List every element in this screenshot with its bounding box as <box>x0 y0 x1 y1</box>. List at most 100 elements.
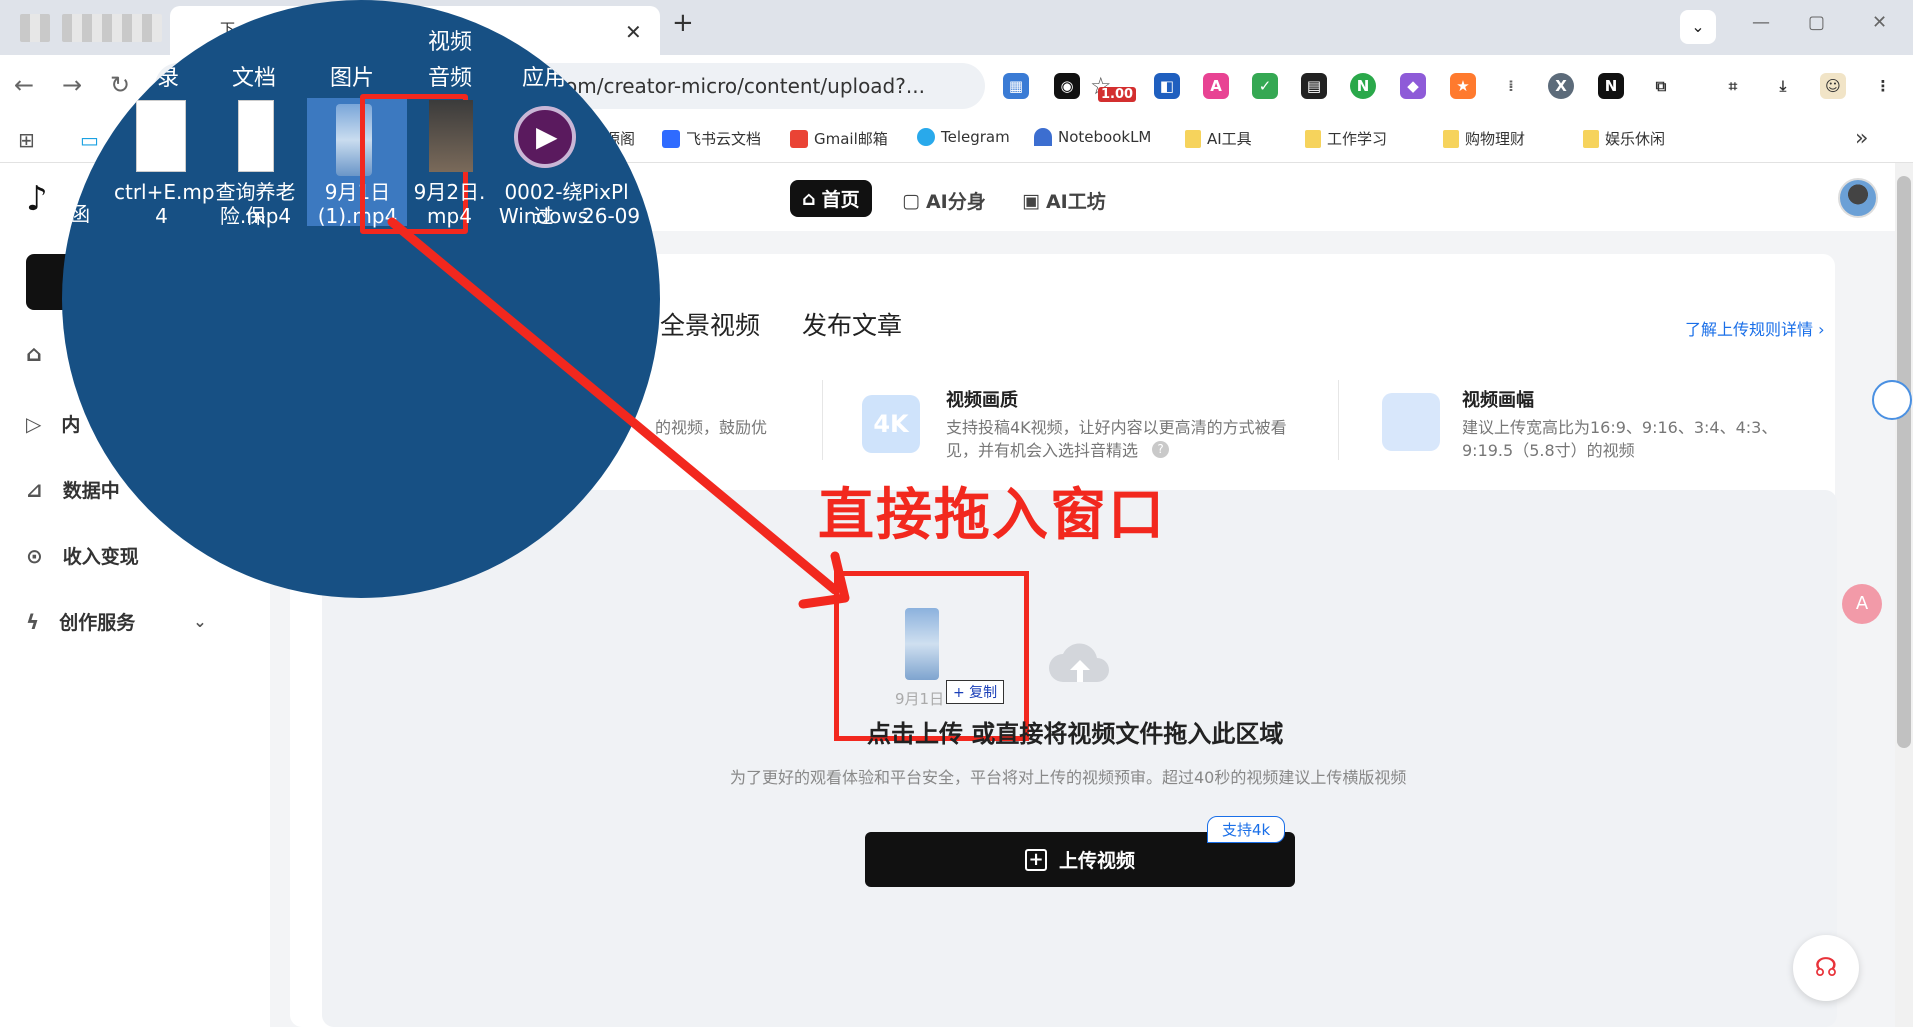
bookmark-label: 飞书云文档 <box>686 130 762 148</box>
bookmark-item[interactable]: 飞书云文档 <box>662 128 761 149</box>
url-text: om/creator-micro/content/upload?... <box>565 74 925 98</box>
minimize-button[interactable]: — <box>1752 12 1770 33</box>
notion-icon[interactable]: N <box>1598 73 1624 99</box>
bookmark-label: 工作学习 <box>1327 130 1388 148</box>
tab-close-icon[interactable]: ✕ <box>625 20 642 44</box>
file-thumbnail <box>429 100 473 172</box>
extension-pink-icon[interactable]: A <box>1203 73 1229 99</box>
file-name: 4 <box>155 204 168 228</box>
tab-panorama-video[interactable]: 全景视频 <box>660 306 760 342</box>
home-outline-icon: ⌂ <box>26 342 42 367</box>
bookmark-label: Gmail邮箱 <box>814 130 888 148</box>
lightning-icon: ϟ <box>26 609 40 634</box>
tab-search-button[interactable]: ⌄ <box>1680 10 1716 44</box>
extensions-puzzle-icon[interactable]: ⧉ <box>1648 73 1674 99</box>
shield-icon[interactable]: ✓ <box>1252 73 1278 99</box>
nav-home-label: 首页 <box>821 189 860 211</box>
bookmark-item[interactable]: Telegram <box>917 128 1010 146</box>
maximize-button[interactable]: ▢ <box>1808 12 1825 33</box>
apps-icon[interactable]: ⊞ <box>18 128 35 152</box>
sidebar-item-content[interactable]: ▷ 内 <box>26 410 80 437</box>
play-icon: ▷ <box>26 411 42 436</box>
sidebar-item-data[interactable]: ⊿ 数据中 <box>26 476 120 503</box>
bookmark-label: NotebookLM <box>1058 128 1152 146</box>
sidebar-item-services[interactable]: ϟ 创作服务 ⌄ <box>26 608 207 635</box>
extension-reader-icon[interactable]: ▤ <box>1301 73 1327 99</box>
apps-grid-icon[interactable]: ▦ <box>1003 73 1029 99</box>
explorer-folder-video[interactable]: 视频 <box>428 24 472 56</box>
sidebar-item-label: 收入变现 <box>62 546 139 568</box>
scrollbar-thumb[interactable] <box>1897 176 1911 748</box>
bookmark-label: AI工具 <box>1207 130 1252 148</box>
bookmark-folder[interactable]: 购物理财 <box>1443 128 1525 149</box>
tab-publish-article[interactable]: 发布文章 <box>802 306 902 342</box>
feature-quality-title: 视频画质 <box>946 390 1018 411</box>
feishu-icon <box>662 129 680 148</box>
help-icon[interactable]: ? <box>1152 441 1169 458</box>
file-name[interactable]: ctrl+E.mp <box>114 180 215 204</box>
explorer-file-partial: w函 <box>62 202 91 226</box>
extension-translate-icon[interactable]: ◧ <box>1154 73 1180 99</box>
crop-icon[interactable]: ⌗ <box>1720 73 1746 99</box>
explorer-folder[interactable]: 音频 <box>428 60 472 92</box>
nav-ai-avatar[interactable]: ▢ AI分身 <box>902 187 986 214</box>
bookmark-item[interactable]: NotebookLM <box>1034 128 1151 146</box>
back-icon[interactable]: ← <box>14 71 34 99</box>
bookmarks-more-icon[interactable]: » <box>1855 126 1868 151</box>
sidebar-item-label: 内 <box>61 414 81 436</box>
tab-title-blurred[interactable] <box>62 14 162 42</box>
bookmark-item[interactable]: Gmail邮箱 <box>790 128 888 149</box>
file-name: mp4 <box>427 204 472 228</box>
file-thumbnail <box>238 100 274 172</box>
extension-n-icon[interactable]: N <box>1350 73 1376 99</box>
extension-globe-icon[interactable]: X <box>1548 73 1574 99</box>
close-window-button[interactable]: ✕ <box>1872 12 1887 33</box>
profile-icon[interactable]: ☺ <box>1820 73 1846 99</box>
explorer-folder[interactable]: 文档 <box>232 60 276 92</box>
aspect-ratio-icon <box>1382 393 1440 451</box>
feature-aspect-desc-2: 9:19.5（5.8寸）的视频 <box>1462 441 1635 460</box>
file-name[interactable]: PixPl <box>582 180 652 204</box>
upload-rules-link-text: 了解上传规则详情 <box>1685 320 1814 339</box>
menu-icon[interactable]: ⋮ <box>1870 73 1896 99</box>
extension-mask-icon[interactable]: ◉ <box>1054 73 1080 99</box>
reload-icon[interactable]: ↻ <box>110 71 130 99</box>
user-avatar[interactable] <box>1838 178 1878 218</box>
forward-icon[interactable]: → <box>62 71 82 99</box>
folder-icon <box>1443 129 1459 148</box>
douyin-logo-icon[interactable]: ♪ <box>26 179 48 219</box>
explorer-magnifier: 视频 录 文档 图片 音频 应用 序 w函 ctrl+E.mp 4 查询养老保 … <box>62 0 660 598</box>
home-icon: ⌂ <box>802 187 816 210</box>
translate-float-icon[interactable]: A <box>1842 584 1882 624</box>
bilibili-icon[interactable]: ▭ <box>80 128 99 152</box>
download-icon[interactable]: ⤓ <box>1770 73 1796 99</box>
upload-drop-zone[interactable] <box>322 490 1837 1027</box>
extension-dots-icon[interactable]: ⁞ <box>1498 73 1524 99</box>
feature-quality-desc-2: 见，并有机会入选抖音精选 <box>946 441 1139 460</box>
file-name[interactable]: 9月2日. <box>402 180 497 204</box>
bookmark-folder[interactable]: 娱乐休闲 <box>1583 128 1665 149</box>
explorer-folder[interactable]: 图片 <box>330 60 374 92</box>
bookmark-folder[interactable]: AI工具 <box>1185 128 1252 149</box>
sidebar-item-monetize[interactable]: ⊙ 收入变现 <box>26 542 139 569</box>
side-collapse-button[interactable] <box>1872 380 1912 420</box>
tab-favicon <box>20 14 50 42</box>
file-name: 险.mp4 <box>219 204 292 228</box>
folder-icon <box>1185 129 1201 148</box>
sidebar-item-home[interactable]: ⌂ <box>26 342 42 367</box>
notebooklm-icon <box>1034 128 1052 146</box>
bookmark-folder[interactable]: 工作学习 <box>1305 128 1387 149</box>
extension-badge[interactable]: 1.00 <box>1098 87 1137 102</box>
nav-home[interactable]: ⌂ 首页 <box>790 180 872 217</box>
upload-video-label: 上传视频 <box>1058 850 1135 872</box>
feature-1-desc: 的视频，鼓励优 <box>655 418 768 437</box>
nav-ai-workshop[interactable]: ▣ AI工坊 <box>1022 187 1106 214</box>
extension-purple-icon[interactable]: ◆ <box>1400 73 1426 99</box>
extension-bookmark-icon[interactable]: ★ <box>1450 73 1476 99</box>
customer-service-icon[interactable]: ☊ <box>1793 935 1859 1001</box>
new-tab-button[interactable]: + <box>672 8 694 38</box>
upload-rules-link[interactable]: 了解上传规则详情 › <box>1685 316 1825 340</box>
explorer-folder[interactable]: 应用 <box>522 60 566 92</box>
explorer-folder[interactable]: 录 <box>157 60 179 92</box>
bookmark-label: 娱乐休闲 <box>1605 130 1666 148</box>
